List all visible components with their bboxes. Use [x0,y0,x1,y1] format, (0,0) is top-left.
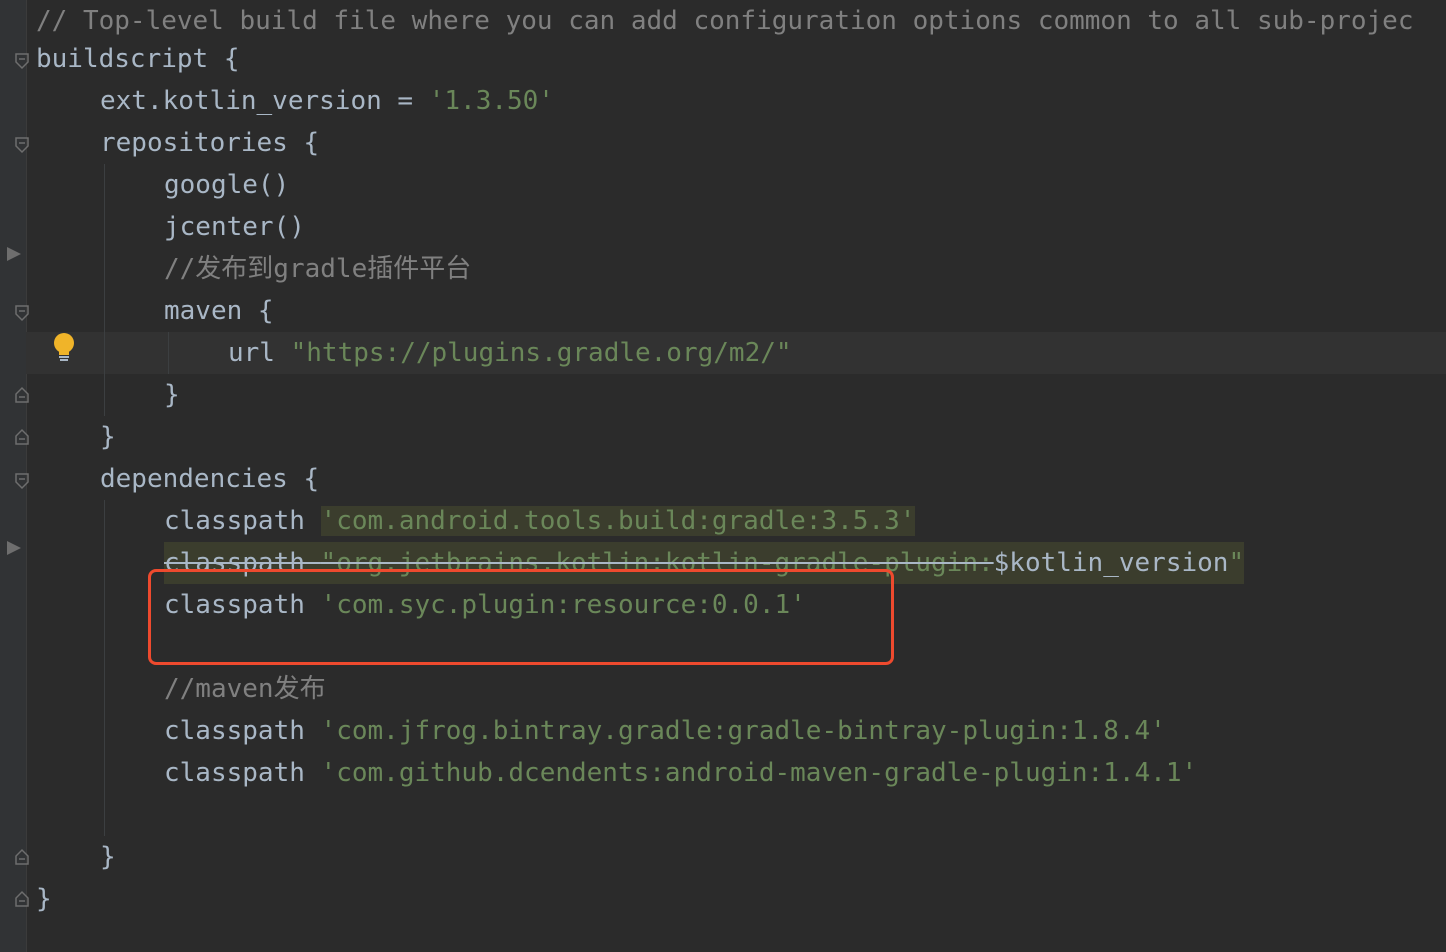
code-token: ext.kotlin_version = [100,86,429,116]
string-literal: 'com.github.dcendents:android-maven-grad… [320,758,1198,788]
code-line: url "https://plugins.gradle.org/m2/" [228,332,792,374]
indent-guide [104,164,105,416]
code-line: maven { [164,296,274,326]
code-token: classpath [164,506,321,536]
code-line: jcenter() [164,212,305,242]
code-line: classpath 'com.github.dcendents:android-… [164,752,1197,794]
code-line: dependencies { [100,464,320,494]
code-token: url [228,338,291,368]
code-line: } [100,422,116,452]
fold-close-icon[interactable] [14,386,30,404]
code-line: repositories { [100,128,320,158]
fold-close-icon[interactable] [14,428,30,446]
fold-open-icon[interactable] [14,304,30,322]
code-line: buildscript { [36,44,240,74]
string-literal: " [1228,548,1245,578]
code-line: google() [164,170,290,200]
code-comment: //发布到gradle插件平台 [164,254,472,284]
run-arrow-icon[interactable] [6,533,22,555]
code-line: classpath 'com.android.tools.build:gradl… [164,500,916,542]
run-arrow-icon[interactable] [6,239,22,261]
code-token: classpath [164,758,321,788]
string-literal: "https://plugins.gradle.org/m2/" [290,338,792,368]
code-comment: // Top-level build file where you can ad… [36,6,1414,36]
code-line: } [164,380,180,410]
lightbulb-icon[interactable] [52,332,76,364]
string-literal: '1.3.50' [428,86,554,116]
annotation-highlight-box [148,569,894,665]
code-line: classpath 'com.jfrog.bintray.gradle:grad… [164,710,1166,752]
string-literal: 'com.android.tools.build:gradle:3.5.3' [320,506,916,536]
indent-guide [168,332,169,374]
code-line: ext.kotlin_version = '1.3.50' [100,80,554,122]
code-line: } [100,842,116,872]
indent-guide [104,500,105,836]
string-literal: 'com.jfrog.bintray.gradle:gradle-bintray… [320,716,1166,746]
fold-open-icon[interactable] [14,52,30,70]
fold-close-icon[interactable] [14,848,30,866]
code-line: } [36,884,52,914]
code-token: classpath [164,716,321,746]
code-comment: //maven发布 [164,674,326,704]
fold-open-icon[interactable] [14,136,30,154]
code-token: $kotlin_version [993,548,1229,578]
fold-open-icon[interactable] [14,472,30,490]
fold-close-icon[interactable] [14,890,30,908]
